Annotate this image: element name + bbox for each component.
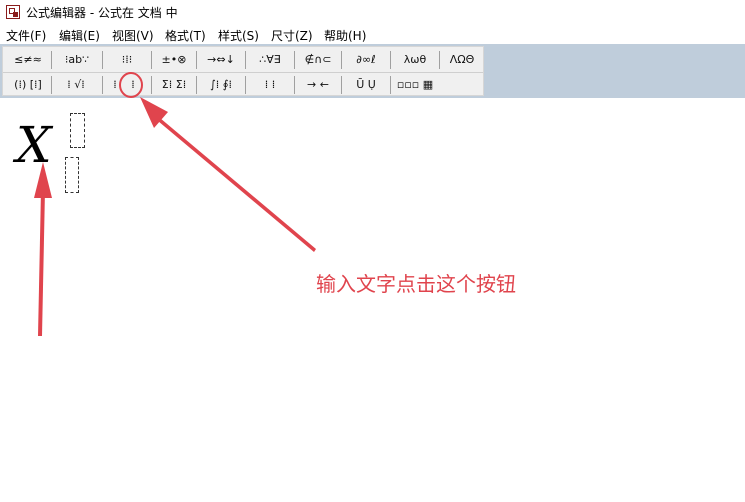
- toolbar-separator: [102, 76, 103, 94]
- subscript-slot[interactable]: [65, 157, 79, 193]
- toolbar-separator: [196, 76, 197, 94]
- menu-size[interactable]: 尺寸(Z): [271, 27, 313, 44]
- menu-style[interactable]: 样式(S): [218, 27, 259, 44]
- greek-uppercase-button[interactable]: ΛΩΘ: [442, 50, 482, 70]
- equation-canvas[interactable]: [0, 98, 745, 502]
- title-bar: 公式编辑器 - 公式在 文档 中: [0, 0, 745, 24]
- summation-templates-button[interactable]: Σ⁞ Σ⁞: [154, 75, 194, 95]
- menu-bar: 文件(F) 编辑(E) 视图(V) 格式(T) 样式(S) 尺寸(Z) 帮助(H…: [0, 24, 745, 44]
- fence-templates-button[interactable]: (⁞) [⁞]: [7, 75, 49, 95]
- menu-view[interactable]: 视图(V): [112, 27, 154, 44]
- toolbar-separator: [51, 76, 52, 94]
- window-title: 公式编辑器 - 公式在 文档 中: [26, 6, 178, 20]
- matrix-templates-button[interactable]: ▫▫▫ ▦: [393, 75, 437, 95]
- toolbar-separator: [341, 76, 342, 94]
- toolbar-separator: [151, 51, 152, 69]
- embellishments-button[interactable]: ⁝⁞⁝: [105, 50, 149, 70]
- formula-toolbar: ≤≠≈ ⁝ab∵ ⁝⁞⁝ ±•⊗ →⇔↓ ∴∀∃ ∉∩⊂ ∂∞ℓ λωθ ΛΩΘ…: [2, 46, 484, 96]
- toolbar-separator: [102, 51, 103, 69]
- menu-help[interactable]: 帮助(H): [324, 27, 366, 44]
- menu-format[interactable]: 格式(T): [165, 27, 206, 44]
- menu-edit[interactable]: 编辑(E): [59, 27, 100, 44]
- toolbar-separator: [294, 76, 295, 94]
- annotation-text: 输入文字点击这个按钮: [316, 272, 516, 296]
- toolbar-separator: [341, 51, 342, 69]
- superscript-slot[interactable]: [70, 113, 85, 148]
- products-set-theory-templates-button[interactable]: Ū Ụ: [344, 75, 388, 95]
- set-theory-symbols-button[interactable]: ∉∩⊂: [297, 50, 339, 70]
- toolbar-area: ≤≠≈ ⁝ab∵ ⁝⁞⁝ ±•⊗ →⇔↓ ∴∀∃ ∉∩⊂ ∂∞ℓ λωθ ΛΩΘ…: [0, 44, 745, 98]
- toolbar-separator: [390, 51, 391, 69]
- relational-symbols-button[interactable]: ≤≠≈: [7, 50, 49, 70]
- arrow-symbols-button[interactable]: →⇔↓: [199, 50, 243, 70]
- toolbar-separator: [245, 51, 246, 69]
- underbar-overbar-templates-button[interactable]: ⁞ ⁞: [248, 75, 292, 95]
- text-box-template-button[interactable]: ⁞: [125, 75, 141, 95]
- variable-x: X: [16, 116, 52, 174]
- greek-lowercase-button[interactable]: λωθ: [393, 50, 437, 70]
- formula-editor-icon: [6, 5, 20, 19]
- toolbar-separator: [151, 76, 152, 94]
- toolbar-row-divider: [3, 72, 483, 73]
- toolbar-separator: [439, 51, 440, 69]
- spaces-ellipses-button[interactable]: ⁝ab∵: [54, 50, 100, 70]
- toolbar-separator: [390, 76, 391, 94]
- labeled-arrow-templates-button[interactable]: → ←: [297, 75, 339, 95]
- logical-symbols-button[interactable]: ∴∀∃: [248, 50, 292, 70]
- toolbar-separator: [245, 76, 246, 94]
- menu-file[interactable]: 文件(F): [6, 27, 46, 44]
- toolbar-separator: [196, 51, 197, 69]
- integral-templates-button[interactable]: ∫⁞ ∮⁞: [199, 75, 243, 95]
- toolbar-separator: [294, 51, 295, 69]
- subscript-superscript-templates-button[interactable]: ⁞: [107, 75, 123, 95]
- toolbar-separator: [51, 51, 52, 69]
- fraction-radical-templates-button[interactable]: ⁞ √⁞: [54, 75, 98, 95]
- operator-symbols-button[interactable]: ±•⊗: [154, 50, 194, 70]
- misc-symbols-button[interactable]: ∂∞ℓ: [344, 50, 388, 70]
